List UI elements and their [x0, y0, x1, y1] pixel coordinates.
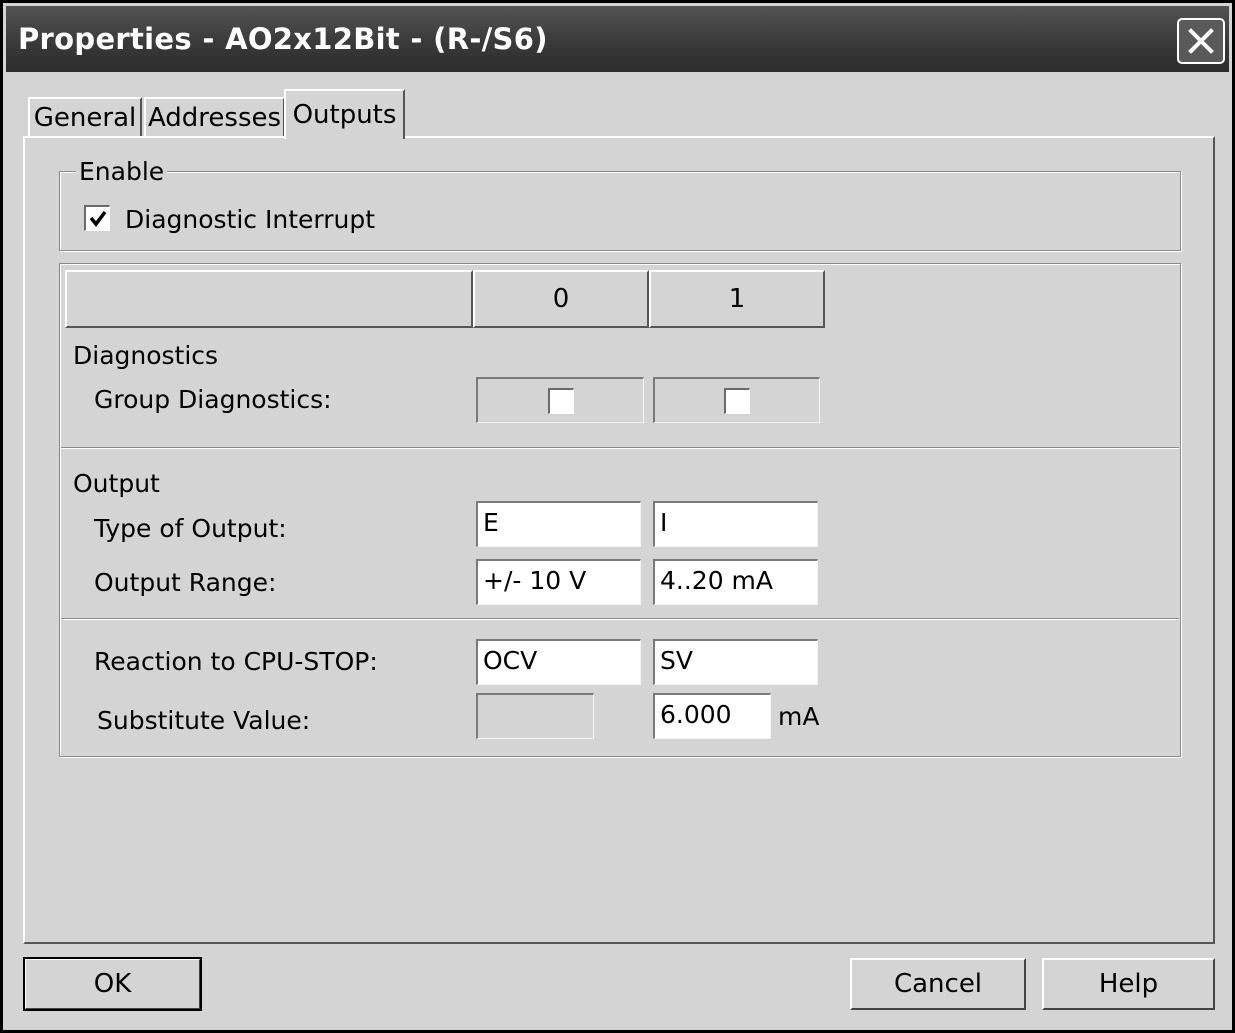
tab-addresses[interactable]: Addresses — [144, 97, 285, 137]
ok-button-label: OK — [93, 969, 132, 999]
close-button[interactable] — [1177, 18, 1225, 64]
tab-general[interactable]: General — [28, 97, 142, 137]
substitute-value-unit: mA — [778, 702, 820, 731]
type-of-output-label: Type of Output: — [94, 514, 287, 543]
group-diagnostics-ch0-checkbox[interactable] — [547, 387, 574, 414]
channel-header-0-label: 0 — [552, 284, 570, 314]
substitute-value-ch1-field[interactable]: 6.000 — [653, 693, 771, 739]
substitute-value-label: Substitute Value: — [97, 706, 311, 735]
tab-outputs-label: Outputs — [292, 100, 397, 130]
group-diagnostics-label: Group Diagnostics: — [94, 385, 332, 414]
close-icon — [1188, 28, 1214, 54]
title-bar[interactable]: Properties - AO2x12Bit - (R-/S6) — [6, 6, 1229, 72]
check-icon — [89, 210, 107, 227]
help-button-label: Help — [1098, 969, 1159, 999]
output-section-label: Output — [73, 469, 160, 498]
reaction-cpu-stop-label: Reaction to CPU-STOP: — [94, 647, 378, 676]
diagnostics-section-label: Diagnostics — [73, 341, 219, 370]
help-button[interactable]: Help — [1042, 958, 1215, 1010]
output-range-label: Output Range: — [94, 568, 277, 597]
diagnostic-interrupt-checkbox[interactable] — [84, 205, 110, 231]
group-diagnostics-ch0-cell — [476, 377, 644, 423]
channel-header-0: 0 — [473, 270, 649, 328]
channel-header-1: 1 — [649, 270, 825, 328]
properties-dialog: Properties - AO2x12Bit - (R-/S6) General… — [0, 0, 1235, 1033]
tab-general-label: General — [33, 103, 137, 133]
section-divider — [61, 447, 1179, 449]
channel-header-blank — [65, 270, 473, 328]
substitute-value-ch0-field — [476, 693, 594, 739]
type-of-output-ch0-field[interactable]: E — [476, 501, 641, 547]
diagnostic-interrupt-label: Diagnostic Interrupt — [125, 205, 376, 234]
group-diagnostics-ch1-cell — [653, 377, 820, 423]
type-of-output-ch1-field[interactable]: I — [653, 501, 818, 547]
window-title: Properties - AO2x12Bit - (R-/S6) — [18, 22, 548, 56]
cancel-button[interactable]: Cancel — [850, 958, 1026, 1010]
cancel-button-label: Cancel — [893, 969, 983, 999]
reaction-cpu-stop-ch0-field[interactable]: OCV — [476, 639, 641, 685]
channel-header-1-label: 1 — [728, 284, 746, 314]
group-diagnostics-ch1-checkbox[interactable] — [724, 387, 750, 414]
tab-outputs[interactable]: Outputs — [284, 89, 405, 139]
output-range-ch1-field[interactable]: 4..20 mA — [653, 559, 818, 605]
section-divider — [61, 618, 1179, 620]
output-range-ch0-field[interactable]: +/- 10 V — [476, 559, 641, 605]
ok-button[interactable]: OK — [23, 957, 202, 1011]
reaction-cpu-stop-ch1-field[interactable]: SV — [653, 639, 818, 685]
tab-addresses-label: Addresses — [147, 103, 282, 133]
enable-legend: Enable — [76, 157, 168, 186]
